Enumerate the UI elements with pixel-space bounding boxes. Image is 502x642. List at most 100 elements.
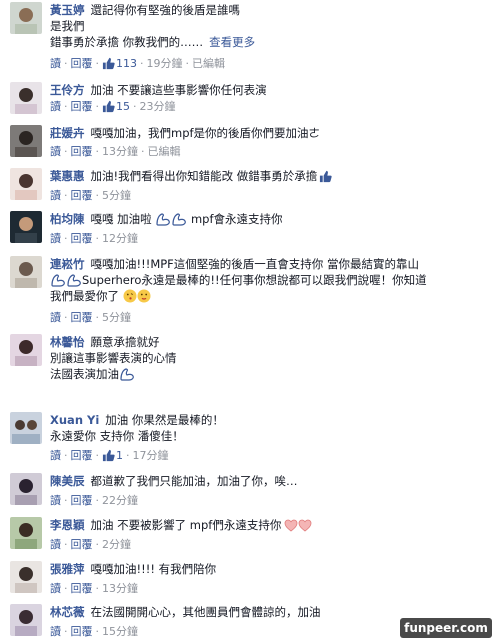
see-more-link[interactable]: 查看更多 xyxy=(209,35,255,49)
reply-link[interactable]: 回覆 xyxy=(71,582,93,595)
comment-actions: 讀 · 回覆 · 1 · 17分鐘 xyxy=(50,449,169,462)
flexed-bicep-icon xyxy=(172,213,187,226)
commenter-avatar[interactable] xyxy=(10,168,42,200)
comment-actions: 讀 · 回覆 · 113 · 19分鐘 · 已編輯 xyxy=(50,57,225,70)
comment-time: 19分鐘 xyxy=(146,57,183,70)
comment-time: 15分鐘 xyxy=(102,625,138,638)
comment-text: 加油!我們看得出你知錯能改 做錯事勇於承擔 xyxy=(90,169,318,183)
comment-text: 嘎嘎加油!!!! 有我們陪你 xyxy=(90,562,217,576)
like-link[interactable]: 讀 xyxy=(50,538,61,551)
comment-text: 加油 你果然是最棒的！ xyxy=(105,413,224,427)
heart-icon xyxy=(298,519,312,532)
like-link[interactable]: 讀 xyxy=(50,311,61,324)
comment-feed: 黃玉婷 還記得你有堅強的後盾是誰嗎 是我們 錯事勇於承擔 你教我們的…… 查看更多 … xyxy=(0,0,502,642)
like-count[interactable]: 1 xyxy=(116,449,123,462)
like-link[interactable]: 讀 xyxy=(50,145,61,158)
thumbs-up-icon xyxy=(102,57,115,70)
commenter-name[interactable]: 莊媛卉 xyxy=(50,126,85,140)
comment-text: 願意承擔就好 xyxy=(90,335,160,349)
comment-time: 13分鐘 xyxy=(102,145,138,158)
flexed-bicep-icon xyxy=(67,274,81,287)
comment-actions: 讀 · 回覆 · 12分鐘 xyxy=(50,232,138,245)
thumbs-up-icon xyxy=(102,100,115,113)
commenter-name[interactable]: 王伶方 xyxy=(50,83,85,97)
like-link[interactable]: 讀 xyxy=(50,189,61,202)
reply-link[interactable]: 回覆 xyxy=(71,145,93,158)
commenter-avatar[interactable] xyxy=(10,82,42,114)
reply-link[interactable]: 回覆 xyxy=(71,100,93,113)
like-count[interactable]: 15 xyxy=(116,100,130,113)
comment-text: Superhero永遠是最棒的!!任何事你想說都可以跟我們說喔！你知道 xyxy=(82,273,427,287)
comment-time: 5分鐘 xyxy=(102,311,131,324)
like-link[interactable]: 讀 xyxy=(50,449,61,462)
commenter-avatar[interactable] xyxy=(10,517,42,549)
comment-text: 加油 不要讓這些事影響你任何表演 xyxy=(90,83,267,97)
comment-text: 在法國開開心心，其他團員們會體諒的，加油 xyxy=(90,605,321,619)
commenter-name[interactable]: 柏均陳 xyxy=(50,212,85,226)
reply-link[interactable]: 回覆 xyxy=(71,311,93,324)
flexed-bicep-icon xyxy=(120,368,134,381)
reply-link[interactable]: 回覆 xyxy=(71,189,93,202)
comment-text: 是我們 xyxy=(50,19,85,33)
comment-text: 嘎嘎加油!!!MPF這個堅強的後盾一直會支持你 當你最結實的靠山 xyxy=(90,257,419,271)
comment-actions: 讀 · 回覆 · 5分鐘 xyxy=(50,189,131,202)
site-watermark: funpeer.com xyxy=(400,618,492,638)
commenter-name[interactable]: 李恩穎 xyxy=(50,518,85,532)
like-link[interactable]: 讀 xyxy=(50,494,61,507)
comment-text: 嘎嘎加油，我們mpf是你的後盾你們要加油ㄜ xyxy=(90,126,321,140)
reply-link[interactable]: 回覆 xyxy=(71,57,93,70)
commenter-avatar[interactable] xyxy=(10,211,42,243)
like-link[interactable]: 讀 xyxy=(50,232,61,245)
commenter-name[interactable]: Xuan Yi xyxy=(50,413,99,427)
like-link[interactable]: 讀 xyxy=(50,625,61,638)
comment-text: 加油 不要被影響了 mpf們永遠支持你 xyxy=(90,518,282,532)
comment-time: 13分鐘 xyxy=(102,582,138,595)
comment-text: 嘎嘎 加油啦 xyxy=(90,212,152,226)
like-count[interactable]: 113 xyxy=(116,57,137,70)
commenter-avatar[interactable] xyxy=(10,473,42,505)
commenter-avatar[interactable] xyxy=(10,604,42,636)
commenter-name[interactable]: 林馨怡 xyxy=(50,335,85,349)
comment-text: 都道歉了我們只能加油，加油了你，唉… xyxy=(90,474,298,488)
comment-actions: 讀 · 回覆 · 13分鐘 xyxy=(50,582,138,595)
commenter-avatar[interactable] xyxy=(10,334,42,366)
flexed-bicep-icon xyxy=(51,274,65,287)
commenter-name[interactable]: 連崧竹 xyxy=(50,257,85,271)
comment-text: 法國表演加油 xyxy=(50,367,119,381)
edited-label[interactable]: 已編輯 xyxy=(192,57,225,70)
commenter-avatar[interactable] xyxy=(10,2,42,34)
commenter-name[interactable]: 黃玉婷 xyxy=(50,3,85,17)
thumbs-up-icon xyxy=(102,449,115,462)
commenter-name[interactable]: 林芯薇 xyxy=(50,605,85,619)
comment-text: 還記得你有堅強的後盾是誰嗎 xyxy=(90,3,241,17)
comment-time: 12分鐘 xyxy=(102,232,138,245)
comment-actions: 讀 · 回覆 · 5分鐘 xyxy=(50,311,131,324)
commenter-avatar[interactable] xyxy=(10,125,42,157)
comment-text: mpf會永遠支持你 xyxy=(190,212,283,226)
like-link[interactable]: 讀 xyxy=(50,582,61,595)
comment-time: 2分鐘 xyxy=(102,538,131,551)
reply-link[interactable]: 回覆 xyxy=(71,494,93,507)
comment-text: 我們最愛你了 xyxy=(50,289,119,303)
commenter-name[interactable]: 陳美辰 xyxy=(50,474,85,488)
like-link[interactable]: 讀 xyxy=(50,57,61,70)
like-link[interactable]: 讀 xyxy=(50,100,61,113)
comment-text: 永遠愛你 支持你 潘傻佳！ xyxy=(50,429,184,443)
comment-actions: 讀 · 回覆 · 22分鐘 xyxy=(50,494,138,507)
commenter-name[interactable]: 張雅萍 xyxy=(50,562,85,576)
edited-label[interactable]: 已編輯 xyxy=(148,145,181,158)
reply-link[interactable]: 回覆 xyxy=(71,232,93,245)
commenter-avatar[interactable] xyxy=(10,561,42,593)
heart-icon xyxy=(284,519,298,532)
comment-actions: 讀 · 回覆 · 15 · 23分鐘 xyxy=(50,100,176,113)
commenter-name[interactable]: 葉惠惠 xyxy=(50,169,85,183)
commenter-avatar[interactable] xyxy=(10,412,42,444)
kiss-emoji-icon xyxy=(137,289,151,303)
reply-link[interactable]: 回覆 xyxy=(71,625,93,638)
reply-link[interactable]: 回覆 xyxy=(71,449,93,462)
comment-actions: 讀 · 回覆 · 13分鐘 · 已編輯 xyxy=(50,145,181,158)
commenter-avatar[interactable] xyxy=(10,256,42,288)
comment-time: 5分鐘 xyxy=(102,189,131,202)
reply-link[interactable]: 回覆 xyxy=(71,538,93,551)
comment-time: 23分鐘 xyxy=(139,100,176,113)
